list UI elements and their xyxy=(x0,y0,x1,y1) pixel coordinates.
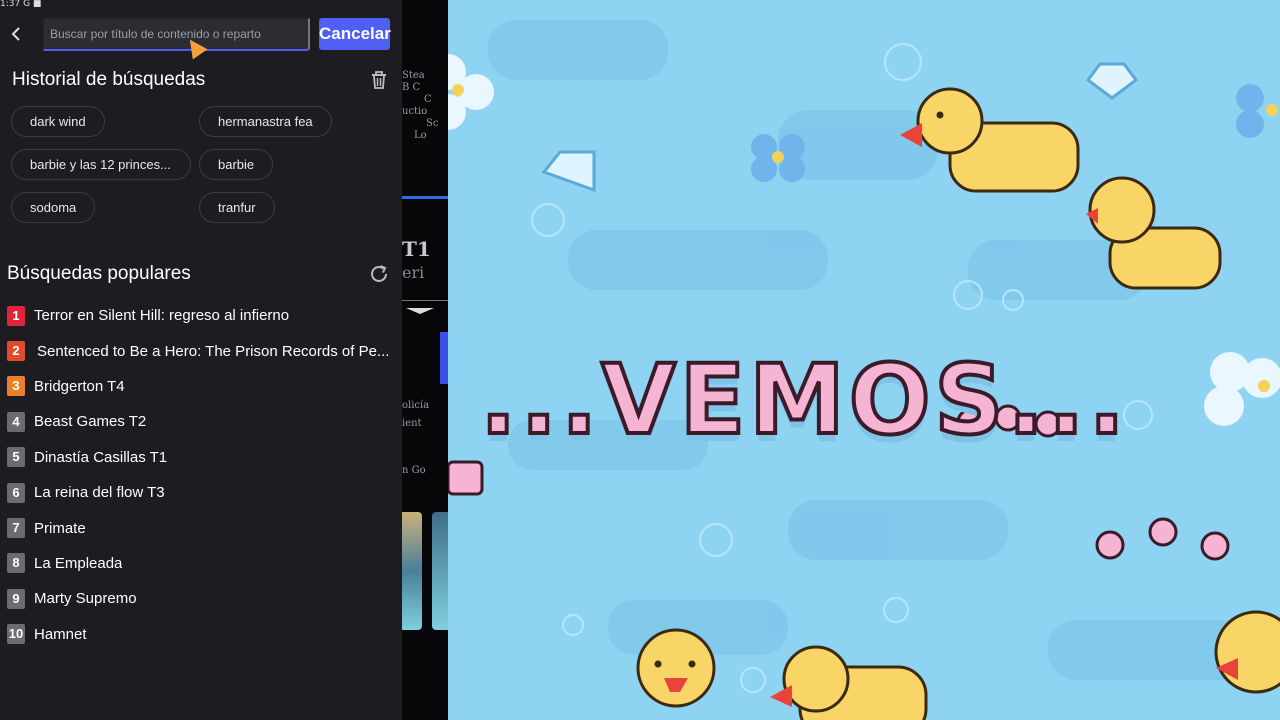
popular-item[interactable]: 6 La reina del flow T3 xyxy=(7,475,399,510)
rank-badge: 9 xyxy=(7,588,25,609)
popular-item[interactable]: 8 La Empleada xyxy=(7,546,399,581)
popular-item-title: Terror en Silent Hill: regreso al infier… xyxy=(34,307,290,325)
history-chip[interactable]: dark wind xyxy=(11,106,105,137)
popular-item-title: La Empleada xyxy=(34,554,123,572)
refresh-icon[interactable] xyxy=(368,263,390,285)
popular-item-title: Bridgerton T4 xyxy=(34,377,125,395)
strip-text: B C xyxy=(402,82,421,93)
progress-line xyxy=(402,196,448,199)
popular-item-title: Dinastía Casillas T1 xyxy=(34,448,168,466)
strip-text: eri xyxy=(402,263,425,282)
popular-item-title: Primate xyxy=(34,519,86,537)
back-arrow-icon[interactable] xyxy=(9,24,25,44)
status-bar: 1:37 G ■ xyxy=(0,0,42,9)
history-title: Historial de búsquedas xyxy=(12,69,206,90)
strip-text: Lo xyxy=(414,130,427,141)
rank-badge: 8 xyxy=(7,553,25,574)
popular-item-title: La reina del flow T3 xyxy=(34,484,165,502)
rank-badge: 4 xyxy=(7,411,25,432)
popular-title: Búsquedas populares xyxy=(7,263,191,284)
strip-text: Stea xyxy=(402,70,425,81)
history-chip[interactable]: hermanastra fea xyxy=(199,106,332,137)
search-panel: 1:37 G ■ Cancelar Historial de búsquedas… xyxy=(0,0,402,720)
popular-item-title: Sentenced to Be a Hero: The Prison Recor… xyxy=(37,342,390,360)
popular-item[interactable]: 2 Sentenced to Be a Hero: The Prison Reco… xyxy=(7,333,399,368)
history-chip[interactable]: barbie xyxy=(199,149,274,180)
strip-text: n Go xyxy=(402,465,426,476)
blue-block xyxy=(440,332,448,384)
popular-item-title: Beast Games T2 xyxy=(34,413,147,431)
popular-item[interactable]: 4 Beast Games T2 xyxy=(7,404,399,439)
rank-badge: 5 xyxy=(7,447,25,468)
rank-badge: 3 xyxy=(7,376,25,397)
strip-text: olicía xyxy=(402,400,430,411)
rank-badge: 6 xyxy=(7,482,25,503)
strip-text: T1 xyxy=(402,237,431,261)
popular-item[interactable]: 1 Terror en Silent Hill: regreso al infie… xyxy=(7,298,399,333)
background-app-strip: Stea B C C uctio Sc Lo T1 eri olicía ien… xyxy=(402,0,448,720)
popular-item[interactable]: 10 Hamnet xyxy=(7,617,399,652)
popular-item[interactable]: 7 Primate xyxy=(7,510,399,545)
popular-item-title: Hamnet xyxy=(34,625,87,643)
history-chip[interactable]: barbie y las 12 princes... xyxy=(11,149,191,180)
thumbnail xyxy=(432,512,448,630)
rank-badge: 1 xyxy=(7,305,25,326)
history-chip[interactable]: sodoma xyxy=(11,192,96,223)
popular-item-title: Marty Supremo xyxy=(34,590,137,608)
loading-banner-text: ...VEMOS... xyxy=(478,342,1129,458)
popular-item[interactable]: 9 Marty Supremo xyxy=(7,581,399,616)
rank-badge: 7 xyxy=(7,518,25,539)
strip-text: C xyxy=(424,94,432,105)
popular-item[interactable]: 3 Bridgerton T4 xyxy=(7,369,399,404)
strip-text: Sc xyxy=(426,118,439,129)
game-loading-screen: ...VEMOS... xyxy=(448,0,1280,720)
cancel-button[interactable]: Cancelar xyxy=(319,18,391,50)
search-input[interactable] xyxy=(42,17,310,51)
divider xyxy=(402,300,448,314)
rank-badge: 2 xyxy=(7,341,25,362)
trash-icon[interactable] xyxy=(368,69,390,91)
popular-list: 1 Terror en Silent Hill: regreso al infie… xyxy=(7,298,399,652)
strip-text: uctio xyxy=(402,106,428,117)
popular-item[interactable]: 5 Dinastía Casillas T1 xyxy=(7,440,399,475)
history-chip[interactable]: tranfur xyxy=(199,192,275,223)
strip-text: ient xyxy=(402,418,422,429)
rank-badge: 10 xyxy=(7,624,25,645)
thumbnail xyxy=(402,512,422,630)
